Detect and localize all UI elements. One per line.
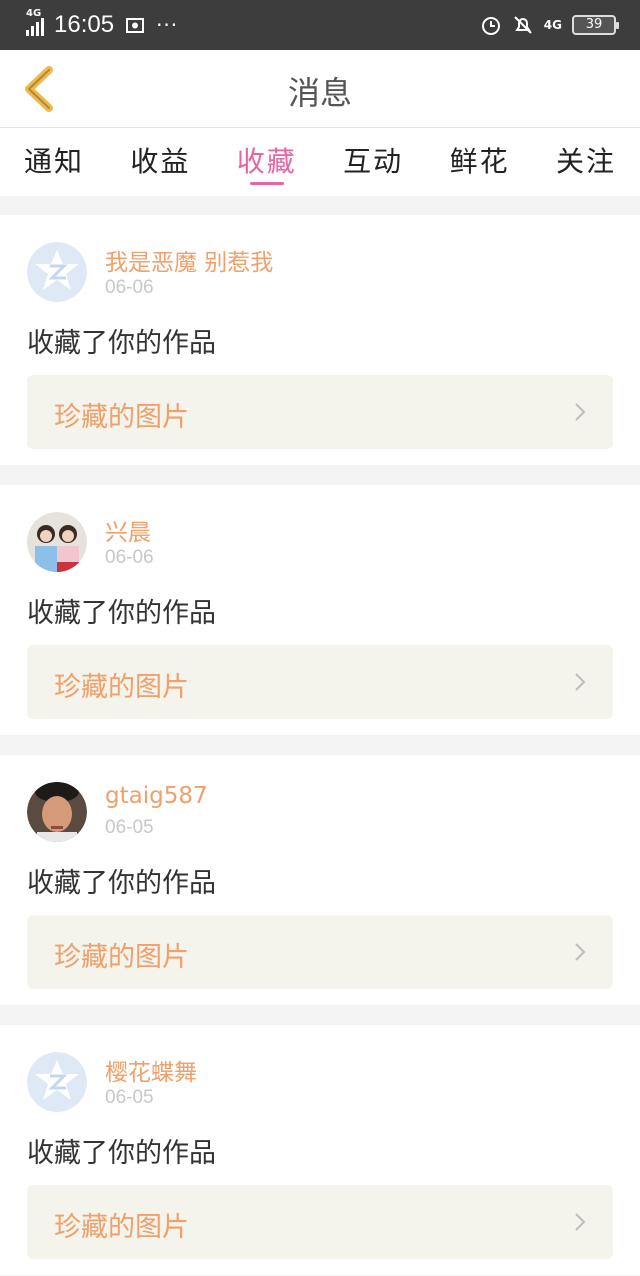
tab-flowers[interactable]: 鲜花 — [450, 128, 510, 196]
action-text: 收藏了你的作品 — [27, 598, 216, 629]
avatar[interactable] — [27, 782, 87, 842]
nav-bar: 消息 — [0, 50, 640, 128]
chevron-right-icon — [575, 673, 586, 691]
work-link[interactable]: 珍藏的图片 — [27, 645, 613, 719]
mute-bell-icon — [514, 16, 532, 34]
message-card: 兴晨 06-06 收藏了你的作品 珍藏的图片 — [0, 485, 640, 735]
signal-icon: 4G — [26, 8, 44, 36]
avatar[interactable] — [27, 1052, 87, 1112]
username[interactable]: 兴晨 — [105, 513, 151, 547]
work-title: 珍藏的图片 — [54, 942, 189, 973]
tab-interactions[interactable]: 互动 — [343, 128, 403, 196]
avatar[interactable] — [27, 242, 87, 302]
network-4g-icon: 4G — [543, 18, 562, 32]
tab-earnings[interactable]: 收益 — [130, 128, 190, 196]
username[interactable]: 我是恶魔 别惹我 — [105, 243, 273, 277]
alarm-icon — [481, 17, 500, 35]
battery-icon: 39 — [572, 15, 619, 35]
username[interactable]: 樱花蝶舞 — [105, 1053, 197, 1087]
avatar[interactable] — [27, 512, 87, 572]
status-time: 16:05 — [54, 11, 115, 38]
user-photo-avatar — [27, 512, 87, 572]
work-title: 珍藏的图片 — [54, 402, 189, 433]
tab-notifications[interactable]: 通知 — [24, 128, 84, 196]
action-text: 收藏了你的作品 — [27, 328, 216, 359]
message-card: 我是恶魔 别惹我 06-06 收藏了你的作品 珍藏的图片 — [0, 215, 640, 465]
message-date: 06-05 — [105, 1087, 154, 1108]
default-avatar-icon — [27, 242, 87, 302]
work-link[interactable]: 珍藏的图片 — [27, 375, 613, 449]
tab-follows[interactable]: 关注 — [556, 128, 616, 196]
status-bar: 4G 16:05 ··· 4G 39 — [0, 0, 640, 50]
work-link[interactable]: 珍藏的图片 — [27, 915, 613, 989]
chevron-right-icon — [575, 403, 586, 421]
more-notifications-icon: ··· — [156, 13, 179, 37]
message-date: 06-05 — [105, 817, 154, 838]
username[interactable]: gtaig587 — [105, 783, 208, 809]
message-date: 06-06 — [105, 277, 154, 298]
tab-favorites[interactable]: 收藏 — [237, 128, 297, 196]
page-title: 消息 — [287, 74, 352, 112]
work-title: 珍藏的图片 — [54, 672, 189, 703]
message-card: gtaig587 06-05 收藏了你的作品 珍藏的图片 — [0, 755, 640, 1005]
action-text: 收藏了你的作品 — [27, 1138, 216, 1169]
message-date: 06-06 — [105, 547, 154, 568]
chevron-right-icon — [575, 1213, 586, 1231]
tab-bar: 通知 收益 收藏 互动 鲜花 关注 — [0, 128, 640, 196]
screenshot-icon — [126, 18, 145, 33]
user-photo-avatar — [27, 782, 87, 842]
action-text: 收藏了你的作品 — [27, 868, 216, 899]
default-avatar-icon — [27, 1052, 87, 1112]
work-title: 珍藏的图片 — [54, 1212, 189, 1243]
work-link[interactable]: 珍藏的图片 — [27, 1185, 613, 1259]
chevron-right-icon — [575, 943, 586, 961]
message-card: 樱花蝶舞 06-05 收藏了你的作品 珍藏的图片 — [0, 1025, 640, 1275]
